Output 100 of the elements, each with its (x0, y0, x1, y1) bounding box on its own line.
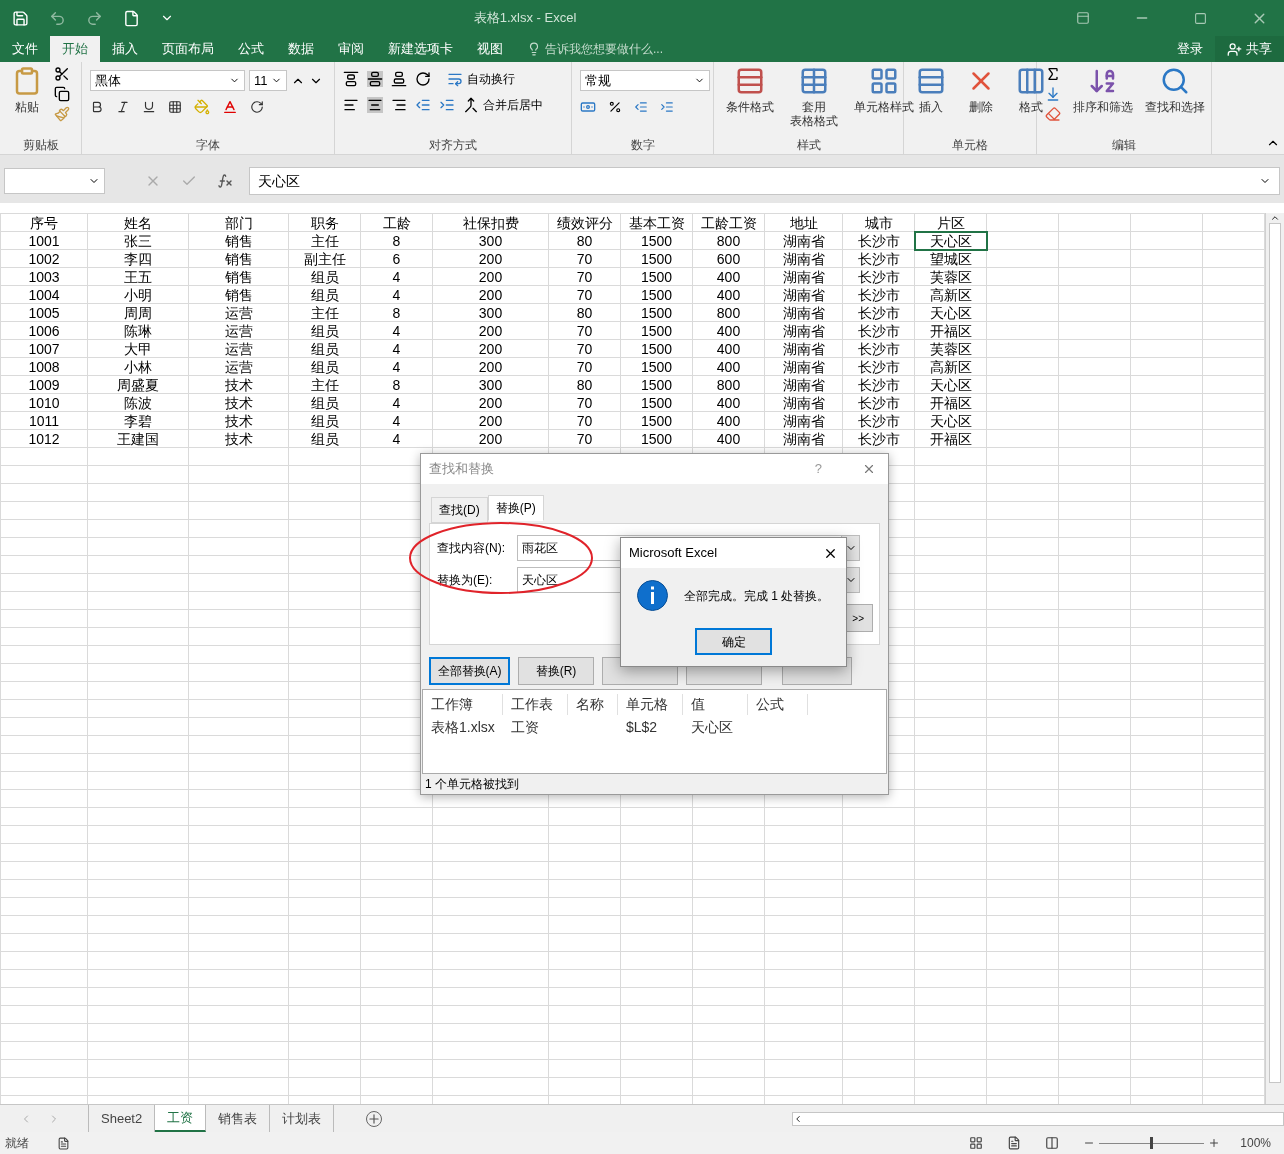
ribbon-tab[interactable]: 视图 (465, 36, 515, 62)
zoom-in-icon[interactable] (1208, 1137, 1221, 1149)
increase-indent-icon[interactable] (439, 97, 455, 113)
ribbon-tab[interactable]: 新建选项卡 (376, 36, 465, 62)
column-header: 地址 (789, 214, 818, 231)
sort-button[interactable]: 排序和筛选 (1069, 66, 1137, 114)
normal-view-icon[interactable] (969, 1136, 984, 1150)
find-button[interactable]: 查找和选择 (1141, 66, 1209, 114)
undo-icon[interactable] (49, 9, 66, 27)
table-cell: 400 (716, 340, 741, 357)
ok-button[interactable]: 确定 (695, 628, 772, 655)
cut-icon[interactable] (54, 66, 70, 82)
table-cell: 80 (576, 304, 593, 321)
align-center-icon[interactable] (367, 97, 383, 113)
table-cell: 周周 (124, 304, 152, 321)
ribbon-tab[interactable]: 数据 (276, 36, 326, 62)
tell-me-field[interactable]: 告诉我您想要做什么... (515, 36, 675, 62)
table-cell: 天心区 (929, 412, 972, 429)
table-cell: 李四 (124, 250, 152, 267)
share-button[interactable]: 共享 (1215, 36, 1284, 62)
results-column-header: 名称 (568, 694, 618, 715)
table-cell: 200 (478, 268, 503, 285)
results-column-header: 值 (683, 694, 748, 715)
lightbulb-icon (527, 42, 541, 56)
table-cell: 80 (576, 232, 593, 249)
macro-record-icon[interactable] (57, 1136, 70, 1150)
bold-icon[interactable] (90, 100, 104, 114)
table-button[interactable]: 套用 表格格式 (786, 66, 842, 128)
fill-color-icon[interactable] (194, 99, 210, 115)
table-cell: 400 (716, 286, 741, 303)
table-cell: 1500 (640, 412, 673, 429)
vertical-scrollbar[interactable] (1265, 213, 1284, 1104)
table-cell: 湖南省 (782, 358, 825, 375)
table-cell: 陈波 (124, 394, 152, 411)
dialog-tab[interactable]: 替换(P) (487, 495, 544, 521)
zoom-slider-thumb[interactable] (1150, 1136, 1154, 1149)
middle-align-icon[interactable] (367, 71, 383, 87)
table-cell: 400 (716, 322, 741, 339)
decrease-indent-icon[interactable] (415, 97, 431, 113)
percent-icon[interactable] (608, 100, 622, 114)
ribbon-tab[interactable]: 文件 (0, 36, 50, 62)
fill-icon[interactable] (1045, 86, 1061, 102)
bottom-align-icon[interactable] (391, 71, 407, 87)
table-cell: 组员 (310, 394, 339, 411)
underline-icon[interactable] (142, 100, 156, 114)
page-layout-view-icon[interactable] (1007, 1136, 1022, 1150)
table-cell: 长沙市 (857, 304, 900, 321)
ribbon-display-icon[interactable] (1076, 11, 1090, 25)
eraser-icon[interactable] (1045, 106, 1061, 122)
conditional-button[interactable]: 条件格式 (722, 66, 778, 128)
dialog-button[interactable]: 全部替换(A) (429, 657, 510, 685)
message-title: Microsoft Excel (629, 544, 718, 563)
page-break-view-icon[interactable] (1045, 1136, 1060, 1150)
column-header: 姓名 (124, 214, 152, 231)
table-cell: 湖南省 (782, 376, 825, 393)
ribbon-tab[interactable]: 审阅 (326, 36, 376, 62)
table-cell: 70 (576, 358, 593, 375)
table-cell: 天心区 (929, 376, 972, 393)
align-right-icon[interactable] (391, 97, 407, 113)
horizontal-scrollbar[interactable] (792, 1111, 1284, 1126)
table-cell: 6 (392, 250, 401, 267)
table-cell: 销售 (224, 268, 253, 285)
copy-icon[interactable] (54, 86, 70, 102)
merge-center-button[interactable]: 合并后居中 (463, 96, 543, 114)
ribbon-tab[interactable]: 插入 (100, 36, 150, 62)
maximize-icon[interactable] (1194, 11, 1207, 25)
dialog-title: 查找和替换 (429, 460, 494, 479)
format-button[interactable]: 格式 (1012, 66, 1050, 114)
font-name-dropdown[interactable]: 黑体 (90, 70, 245, 91)
ribbon-tab[interactable]: 开始 (50, 36, 100, 62)
currency-icon[interactable] (580, 99, 596, 115)
cellstyle-button[interactable]: 单元格样式 (850, 66, 918, 128)
table-cell: 陈琳 (124, 322, 152, 339)
paste-button[interactable]: 粘贴 (8, 66, 46, 114)
table-cell: 1005 (28, 304, 60, 321)
borders-icon[interactable] (168, 100, 182, 114)
sign-in-link[interactable]: 登录 (1165, 36, 1215, 62)
dialog-button[interactable]: 替换(R) (518, 657, 594, 685)
delete-button[interactable]: 删除 (962, 66, 1000, 114)
save-icon[interactable] (12, 9, 29, 27)
number-format-dropdown[interactable]: 常规 (580, 70, 710, 91)
ribbon-tab[interactable]: 公式 (226, 36, 276, 62)
table-cell: 湖南省 (782, 430, 825, 447)
new-file-icon[interactable] (123, 9, 140, 27)
table-cell: 组员 (310, 430, 339, 447)
font-size-dropdown[interactable]: 11 (249, 70, 287, 91)
wrap-text-button[interactable]: 自动换行 (447, 70, 515, 88)
formula-input[interactable]: 天心区 (249, 167, 1280, 195)
top-align-icon[interactable] (343, 71, 359, 87)
autosum-icon[interactable] (1045, 66, 1061, 82)
italic-icon[interactable] (116, 100, 130, 114)
function-icon[interactable] (217, 173, 233, 189)
sheet-tab[interactable]: 工资 (155, 1105, 207, 1132)
table-cell: 8 (392, 304, 401, 321)
redo-icon[interactable] (86, 9, 103, 27)
align-left-icon[interactable] (343, 97, 359, 113)
font-color-icon[interactable] (222, 99, 238, 115)
ribbon-tab[interactable]: 页面布局 (150, 36, 226, 62)
dialog-tab[interactable]: 查找(D) (431, 497, 488, 523)
table-cell: 300 (478, 376, 503, 393)
